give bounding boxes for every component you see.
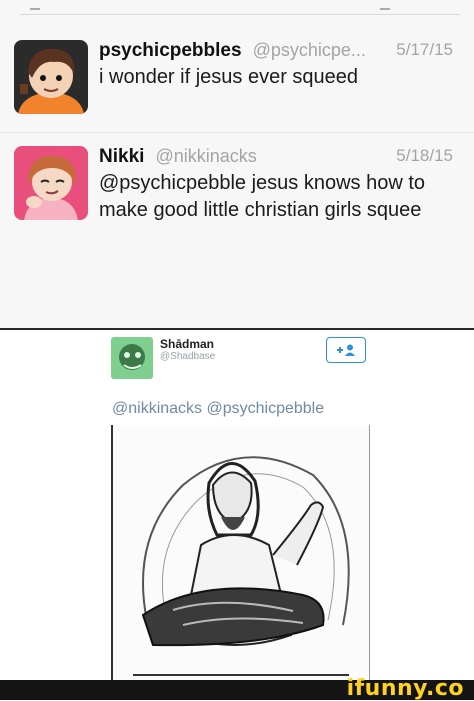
tweet-meta: Nikki @nikkinacks 5/18/15 <box>99 142 459 170</box>
cartoon-boy-avatar-icon[interactable] <box>14 40 88 114</box>
ifunny-watermark: ifunny.co <box>346 676 464 701</box>
strip-tick <box>30 8 40 10</box>
author-handle[interactable]: @nikkinacks <box>155 146 256 166</box>
cartoon-girl-avatar-icon[interactable] <box>14 146 88 220</box>
author-name[interactable]: psychicpebbles <box>99 40 242 61</box>
tweet-text: @psychicpebble jesus knows how to make g… <box>99 172 426 221</box>
tweet-item[interactable]: psychicpebbles @psychicpe... 5/17/15 i w… <box>0 28 474 132</box>
tweet-item[interactable]: Nikki @nikkinacks 5/18/15 @psychicpebble… <box>0 134 474 254</box>
jesus-sketch-illustration-icon[interactable] <box>111 425 370 680</box>
tweet-date: 5/17/15 <box>396 40 453 59</box>
reply-tweet-panel: Shādman @Shadbase @nikkinacks @psychicpe… <box>0 330 474 700</box>
tweet-divider <box>0 132 474 133</box>
watermark-bar: ifunny.co <box>0 676 474 701</box>
tweet-body: psychicpebbles @psychicpe... 5/17/15 i w… <box>99 36 459 91</box>
reply-author-handle[interactable]: @Shadbase <box>160 351 215 362</box>
follow-user-icon <box>337 344 355 356</box>
reply-mentions[interactable]: @nikkinacks @psychicpebble <box>112 400 324 418</box>
tweet-text: i wonder if jesus ever squeed <box>99 66 359 88</box>
tweet-body: Nikki @nikkinacks 5/18/15 @psychicpebble… <box>99 142 459 224</box>
tweet-meta: psychicpebbles @psychicpe... 5/17/15 <box>99 36 459 64</box>
author-handle[interactable]: @psychicpe... <box>253 40 366 60</box>
author-name[interactable]: Nikki <box>99 146 144 167</box>
shadbase-avatar-icon[interactable] <box>111 337 153 379</box>
tweet-thread-panel: psychicpebbles @psychicpe... 5/17/15 i w… <box>0 0 474 330</box>
top-divider-strip <box>20 14 460 17</box>
reply-author-name[interactable]: Shādman <box>160 337 214 351</box>
tweet-date: 5/18/15 <box>396 146 453 165</box>
strip-tick <box>380 8 390 10</box>
follow-button[interactable] <box>326 337 366 363</box>
